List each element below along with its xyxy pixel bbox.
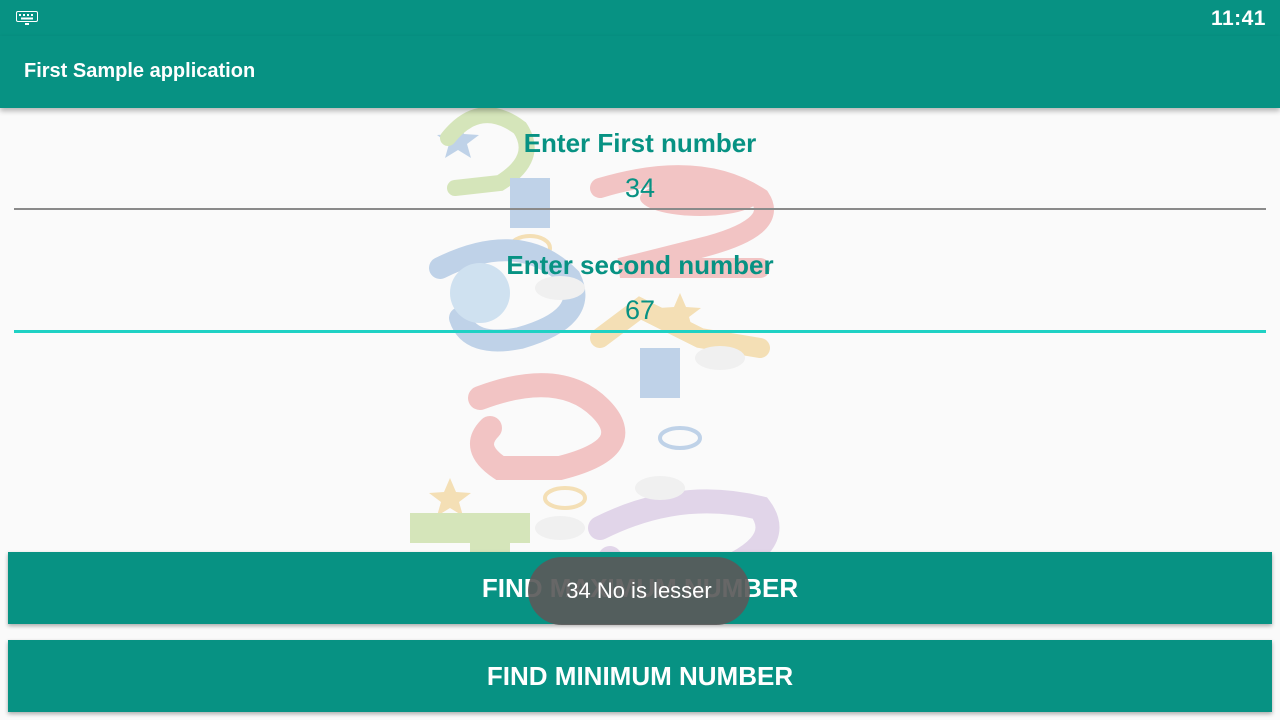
- toast-message: 34 No is lesser: [528, 557, 750, 625]
- keyboard-icon: [16, 11, 38, 25]
- first-number-input[interactable]: 34: [14, 168, 1266, 210]
- second-number-input[interactable]: 67: [14, 290, 1266, 333]
- main-content: Enter First number 34 Enter second numbe…: [0, 108, 1280, 720]
- find-minimum-button[interactable]: FIND MINIMUM NUMBER: [8, 640, 1272, 712]
- app-title: First Sample application: [24, 60, 256, 82]
- second-number-label: Enter second number: [506, 250, 774, 280]
- status-bar: 11:41: [0, 0, 1280, 36]
- status-clock: 11:41: [1210, 7, 1266, 30]
- app-bar: First Sample application: [0, 36, 1280, 108]
- first-number-label: Enter First number: [523, 128, 757, 158]
